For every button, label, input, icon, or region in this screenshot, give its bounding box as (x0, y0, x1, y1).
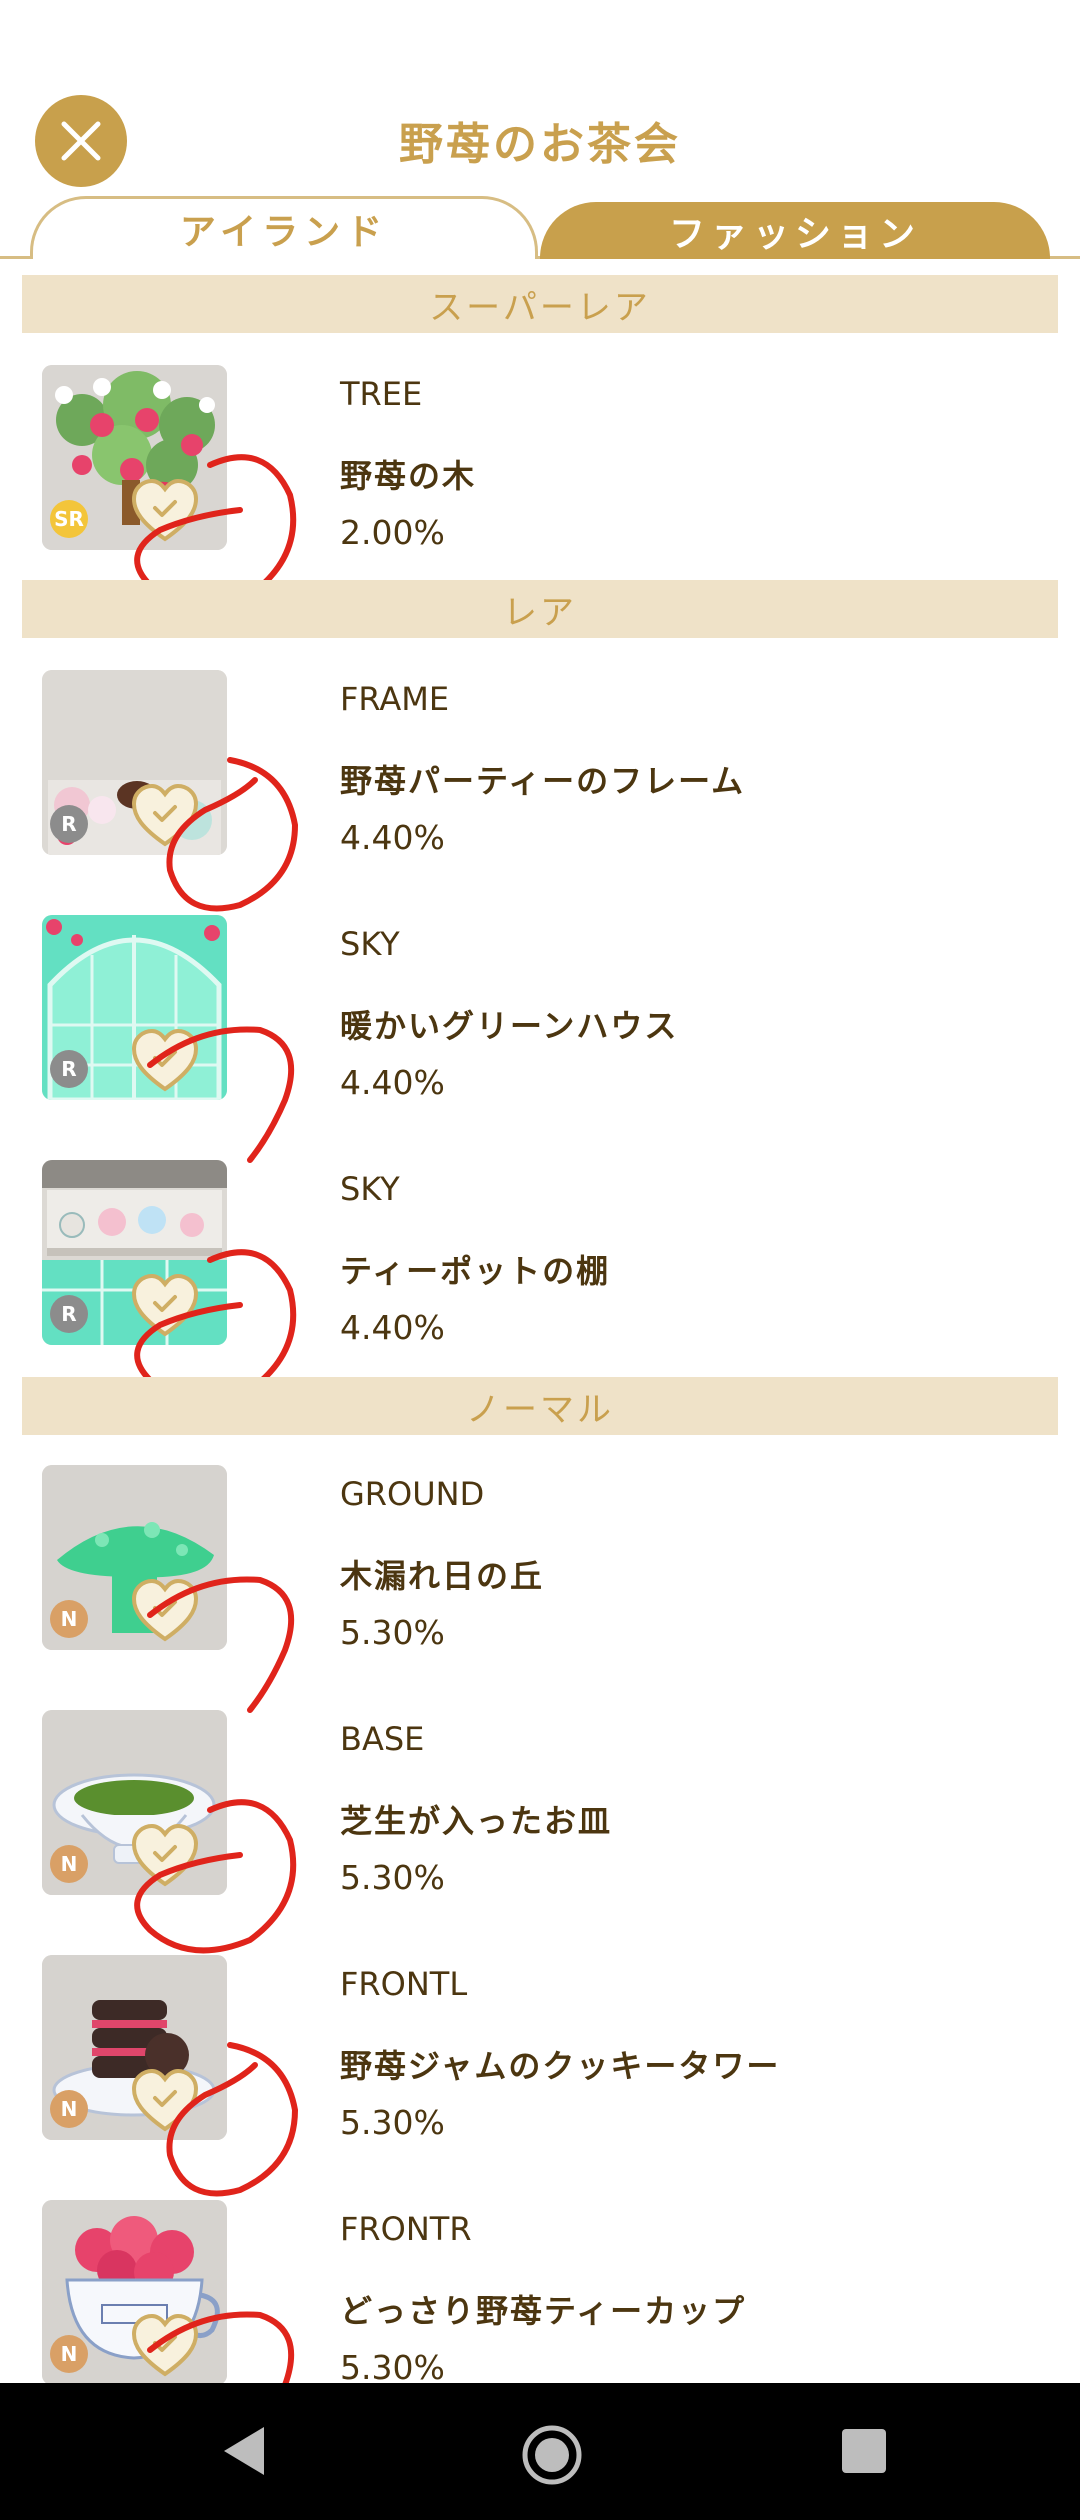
section-header: スーパーレア (22, 275, 1058, 333)
item-drop-rate: 2.00% (340, 513, 445, 552)
item-name: ティーポットの棚 (340, 1252, 611, 1290)
favorite-heart-icon[interactable] (130, 477, 200, 543)
item-type: FRONTR (340, 2210, 472, 2248)
gacha-item-row[interactable]: N BASE 芝生が入ったお皿 5.30% (0, 1710, 1080, 1954)
page-title: 野苺のお茶会 (399, 119, 681, 170)
rarity-badge: N (50, 1600, 88, 1638)
item-drop-rate: 5.30% (340, 1613, 445, 1652)
item-type: TREE (340, 375, 423, 413)
tab-fashion[interactable]: ファッション (540, 202, 1050, 259)
gacha-item-row[interactable]: N FRONTL 野苺ジャムのクッキータワー 5.30% (0, 1955, 1080, 2197)
back-triangle-icon[interactable] (218, 2423, 268, 2479)
app-root: 野苺のお茶会 アイランド ファッション スーパーレア SR TREE 野苺の木 2.00… (0, 0, 1080, 2520)
gacha-item-row[interactable]: N GROUND 木漏れ日の丘 5.30% (0, 1465, 1080, 1713)
gacha-item-row[interactable]: R SKY 暖かいグリーンハウス 4.40% (0, 915, 1080, 1163)
home-circle-icon[interactable] (520, 2423, 584, 2487)
item-type: FRAME (340, 680, 450, 718)
item-name: 暖かいグリーンハウス (340, 1007, 679, 1045)
rarity-badge: N (50, 2335, 88, 2373)
item-type: BASE (340, 1720, 425, 1758)
item-name: どっさり野苺ティーカップ (340, 2292, 747, 2330)
gacha-item-row[interactable]: R SKY ティーポットの棚 4.40% (0, 1160, 1080, 1404)
rarity-badge: R (50, 1295, 88, 1333)
rarity-badge: N (50, 1845, 88, 1883)
rarity-badge: N (50, 2090, 88, 2128)
item-drop-rate: 4.40% (340, 1308, 445, 1347)
item-drop-rate: 5.30% (340, 2103, 445, 2142)
gacha-item-row[interactable]: R FRAME 野苺パーティーのフレーム 4.40% (0, 670, 1080, 912)
item-name: 野苺の木 (340, 457, 477, 495)
recent-square-icon[interactable] (842, 2429, 886, 2473)
favorite-heart-icon[interactable] (130, 1272, 200, 1338)
favorite-heart-icon[interactable] (130, 1027, 200, 1093)
section-header: レア (22, 580, 1058, 638)
rarity-badge: SR (50, 500, 88, 538)
item-type: FRONTL (340, 1965, 468, 2003)
section-header: ノーマル (22, 1377, 1058, 1435)
system-nav-bar (0, 2383, 1080, 2520)
favorite-heart-icon[interactable] (130, 1577, 200, 1643)
item-type: GROUND (340, 1475, 485, 1513)
item-type: SKY (340, 1170, 400, 1208)
item-name: 野苺ジャムのクッキータワー (340, 2047, 781, 2085)
gacha-item-row[interactable]: SR TREE 野苺の木 2.00% (0, 365, 1080, 609)
rarity-badge: R (50, 1050, 88, 1088)
item-drop-rate: 5.30% (340, 1858, 445, 1897)
item-drop-rate: 4.40% (340, 1063, 445, 1102)
favorite-heart-icon[interactable] (130, 2067, 200, 2133)
item-name: 芝生が入ったお皿 (340, 1802, 613, 1840)
item-name: 木漏れ日の丘 (340, 1557, 545, 1595)
item-name: 野苺パーティーのフレーム (340, 762, 746, 800)
favorite-heart-icon[interactable] (130, 1822, 200, 1888)
item-drop-rate: 5.30% (340, 2348, 445, 2387)
item-drop-rate: 4.40% (340, 818, 445, 857)
item-type: SKY (340, 925, 400, 963)
tab-island[interactable]: アイランド (30, 196, 538, 259)
favorite-heart-icon[interactable] (130, 2312, 200, 2378)
favorite-heart-icon[interactable] (130, 782, 200, 848)
rarity-badge: R (50, 805, 88, 843)
